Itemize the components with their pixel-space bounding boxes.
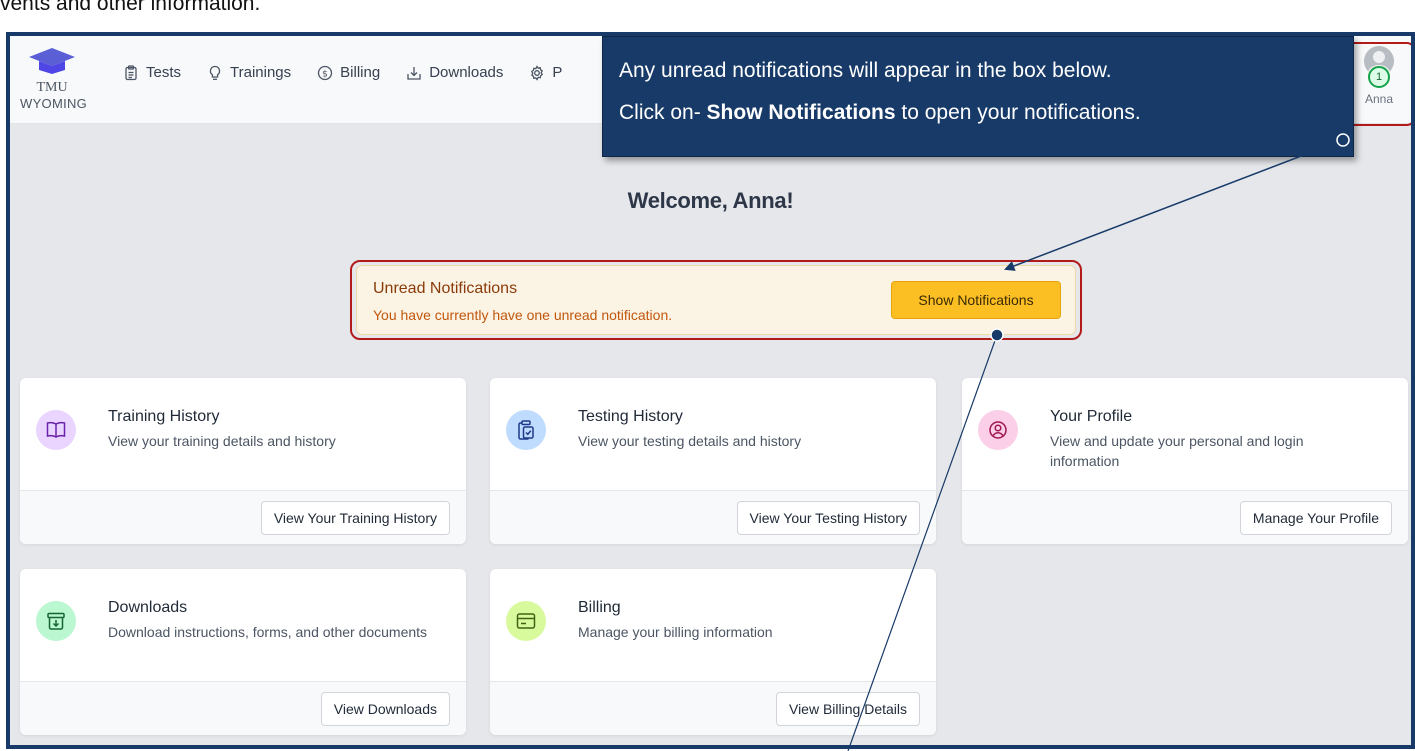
card-footer: View Downloads (20, 681, 466, 735)
instruction-callout: Any unread notifications will appear in … (602, 36, 1354, 157)
nav-billing-label: Billing (340, 64, 381, 81)
archive-download-icon (36, 601, 76, 641)
card-body: Training History View your training deta… (20, 378, 466, 490)
unread-notifications-banner: Unread Notifications You have currently … (356, 265, 1076, 335)
card-footer: View Billing Details (490, 681, 936, 735)
view-downloads-button[interactable]: View Downloads (320, 692, 450, 726)
callout-line-2-prefix: Click on- (619, 101, 707, 124)
nav-profile[interactable]: P (529, 64, 562, 81)
download-tray-icon (407, 66, 421, 80)
page-title: Welcome, Anna! (627, 188, 794, 213)
nav-trainings[interactable]: Trainings (207, 64, 291, 81)
nav-downloads[interactable]: Downloads (406, 64, 503, 81)
card-training-history: Training History View your training deta… (20, 378, 466, 544)
manage-your-profile-button[interactable]: Manage Your Profile (1239, 501, 1392, 535)
card-description: Download instructions, forms, and other … (108, 624, 428, 640)
card-description: View your training details and history (108, 433, 336, 449)
card-description: View your testing details and history (578, 433, 802, 449)
nav-trainings-label: Trainings (230, 64, 292, 81)
view-training-history-button[interactable]: View Your Training History (260, 501, 450, 535)
callout-line-2: Click on- Show Notifications to open you… (619, 101, 1141, 125)
nav-tests[interactable]: Tests (123, 64, 181, 81)
card-body: Your Profile View and update your person… (962, 378, 1408, 490)
lightbulb-icon (209, 65, 221, 80)
card-testing-history: Testing History View your testing detail… (490, 378, 936, 544)
card-title: Billing (578, 599, 621, 616)
callout-line-2-suffix: to open your notifications. (895, 101, 1141, 124)
card-footer: Manage Your Profile (962, 490, 1408, 544)
book-icon (36, 410, 76, 450)
card-title: Testing History (578, 408, 683, 425)
callout-line-1: Any unread notifications will appear in … (619, 59, 1112, 82)
credit-card-icon (506, 601, 546, 641)
card-footer: View Your Testing History (490, 490, 936, 544)
nav-downloads-label: Downloads (429, 64, 504, 81)
main-nav: Tests Trainings $ Billing Downloads P (123, 64, 588, 81)
card-description: Manage your billing information (578, 624, 773, 640)
clipboard-icon (125, 64, 137, 80)
callout-line-2-bold: Show Notifications (706, 101, 896, 124)
clipboard-check-icon (506, 410, 546, 450)
svg-text:$: $ (322, 69, 328, 79)
tmu-logo[interactable]: TMU WYOMING (20, 48, 88, 111)
card-your-profile: Your Profile View and update your person… (962, 378, 1408, 544)
card-body: Downloads Download instructions, forms, … (20, 569, 466, 681)
card-description: View and update your personal and login … (1050, 433, 1304, 469)
logo-text-tmu: TMU (36, 80, 68, 95)
card-body: Billing Manage your billing information (490, 569, 936, 681)
avatar-highlight-box (1345, 42, 1411, 126)
nav-tests-label: Tests (146, 64, 182, 81)
notice-message: You have currently have one unread notif… (373, 307, 673, 323)
card-title: Your Profile (1050, 408, 1133, 425)
card-title: Training History (108, 408, 220, 425)
card-title: Downloads (108, 599, 188, 616)
card-downloads: Downloads Download instructions, forms, … (20, 569, 466, 735)
dollar-circle-icon: $ (318, 65, 333, 80)
card-body: Testing History View your testing detail… (490, 378, 936, 490)
notice-title: Unread Notifications (373, 280, 518, 297)
logo-text-wyoming: WYOMING (20, 96, 88, 111)
show-notifications-button[interactable]: Show Notifications (891, 281, 1061, 319)
nav-profile-label: P (552, 64, 563, 81)
screenshot-frame: TMU WYOMING Tests Trainings $ Billing Do… (6, 32, 1415, 749)
nav-billing[interactable]: $ Billing (317, 64, 380, 81)
view-billing-details-button[interactable]: View Billing Details (775, 692, 920, 726)
document-text: vents and other information. (0, 0, 261, 15)
card-billing: Billing Manage your billing information … (490, 569, 936, 735)
user-circle-icon (978, 410, 1018, 450)
gear-icon (531, 64, 544, 81)
view-testing-history-button[interactable]: View Your Testing History (736, 501, 920, 535)
card-footer: View Your Training History (20, 490, 466, 544)
graduation-cap-icon (29, 48, 75, 74)
